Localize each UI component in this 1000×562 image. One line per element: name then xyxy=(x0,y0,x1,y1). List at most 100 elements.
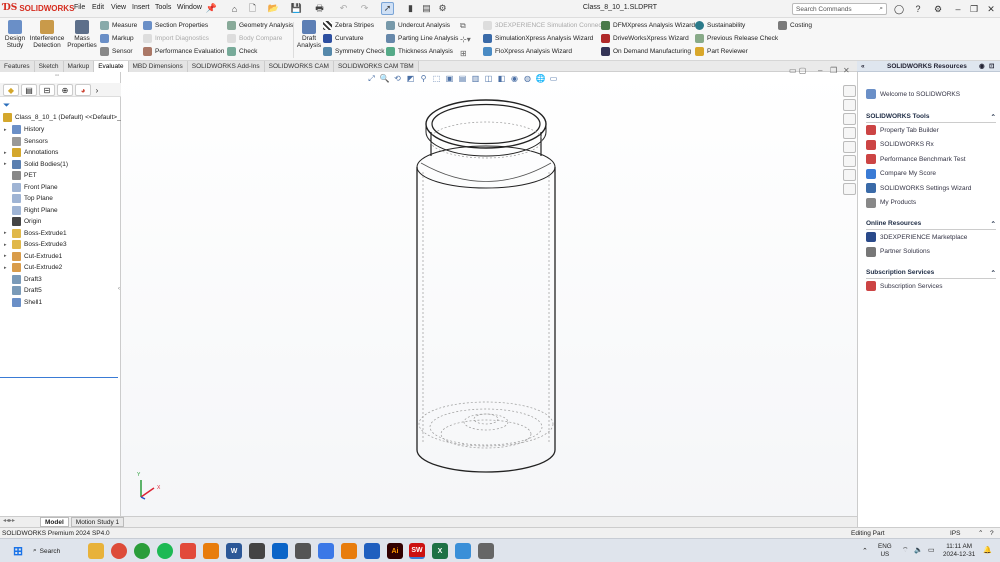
search-commands-input[interactable]: Search Commands ⌕ xyxy=(792,3,887,15)
rollback-bar[interactable] xyxy=(0,377,118,378)
draft-analysis-button[interactable]: Draft Analysis xyxy=(297,20,321,60)
floxpress-button[interactable]: FloXpress Analysis Wizard xyxy=(483,46,609,57)
store-icon[interactable] xyxy=(364,543,380,559)
feature-tree-item[interactable]: PET xyxy=(4,170,68,182)
pin-icon[interactable]: ⊡ xyxy=(989,61,994,72)
battery-icon[interactable]: ▭ xyxy=(928,546,935,554)
expand-arrow-icon[interactable]: ▸ xyxy=(4,253,9,259)
app-icon[interactable] xyxy=(295,543,311,559)
feature-tree-item[interactable]: ▸ Solid Bodies(1) xyxy=(4,159,68,171)
app-2-icon[interactable] xyxy=(478,543,494,559)
pin-icon[interactable]: 📌 xyxy=(205,2,218,15)
options-gear-icon[interactable]: ⚙ xyxy=(436,2,449,15)
view-front-icon[interactable]: ▣ xyxy=(444,73,455,84)
viewport-restore-icon[interactable]: ❐ xyxy=(830,66,837,75)
menu-view[interactable]: View xyxy=(111,4,126,11)
language-indicator[interactable]: ENG US xyxy=(878,543,892,558)
view-window-icons[interactable]: ▭ ▢ xyxy=(789,66,806,75)
check-button[interactable]: Check xyxy=(227,46,293,57)
collapse-section-icon[interactable]: ⌃ xyxy=(991,269,996,277)
file-properties-icon[interactable]: ▤ xyxy=(420,2,433,15)
zoom-icon[interactable] xyxy=(272,543,288,559)
feature-tree-item[interactable]: Draft3 xyxy=(4,274,68,286)
tab-evaluate[interactable]: Evaluate xyxy=(94,61,129,72)
tab-features[interactable]: Features xyxy=(0,61,35,72)
filter-icon[interactable]: ⏷ xyxy=(3,100,10,111)
back-icon[interactable]: ◉ xyxy=(979,61,985,72)
resource-link[interactable]: My Products xyxy=(866,196,996,211)
menu-edit[interactable]: Edit xyxy=(92,4,104,11)
illustrator-icon[interactable]: Ai xyxy=(387,543,403,559)
expand-arrow-icon[interactable]: ▸ xyxy=(4,150,9,156)
more-tabs-icon[interactable]: › xyxy=(93,84,101,96)
feature-tree-item[interactable]: Sensors xyxy=(4,136,68,148)
resource-link[interactable]: Performance Benchmark Test xyxy=(866,152,996,167)
restore-icon[interactable]: ❐ xyxy=(967,2,981,16)
photos-icon[interactable] xyxy=(318,543,334,559)
feature-tree-tab-icon[interactable]: ◆ xyxy=(3,84,19,96)
configuration-manager-tab-icon[interactable]: ⊟ xyxy=(39,84,55,96)
taskbar-search[interactable]: ⌕ Search xyxy=(33,544,60,558)
welcome-link[interactable]: Welcome to SOLIDWORKS xyxy=(866,87,960,102)
collapse-arrows-icon[interactable]: « xyxy=(861,61,865,72)
resource-link[interactable]: Partner Solutions xyxy=(866,245,996,260)
blender-icon[interactable] xyxy=(203,543,219,559)
analysis-options-icon[interactable]: ⊞ xyxy=(460,49,467,58)
feature-tree-item[interactable]: Right Plane xyxy=(4,205,68,217)
expand-arrow-icon[interactable]: ▸ xyxy=(4,242,9,248)
body-compare-button[interactable]: Body Compare xyxy=(227,33,293,44)
display-style-icon[interactable]: ◧ xyxy=(496,73,507,84)
apply-scene-icon[interactable]: 🌐 xyxy=(535,73,546,84)
menu-insert[interactable]: Insert xyxy=(132,4,150,11)
section-view-icon[interactable]: ◩ xyxy=(405,73,416,84)
section-header[interactable]: Online Resources ⌃ xyxy=(866,218,996,230)
resource-link[interactable]: SOLIDWORKS Rx xyxy=(866,138,996,153)
dimxpert-manager-tab-icon[interactable]: ⊕ xyxy=(57,84,73,96)
import-diagnostics-button[interactable]: Import Diagnostics xyxy=(143,33,224,44)
zoom-to-fit-icon[interactable]: ⤢ xyxy=(366,73,377,84)
redo-icon[interactable]: ↷ xyxy=(358,2,371,15)
collapse-section-icon[interactable]: ⌃ xyxy=(991,220,996,228)
undercut-analysis-button[interactable]: Undercut Analysis xyxy=(386,20,458,31)
file-explorer-icon[interactable] xyxy=(843,113,856,125)
tab-solidworks-cam-tbm[interactable]: SOLIDWORKS CAM TBM xyxy=(333,61,419,72)
viewport-minimize-icon[interactable]: – xyxy=(818,66,822,75)
tray-overflow-icon[interactable]: ⌃ xyxy=(862,547,868,555)
previous-view-icon[interactable]: ⟲ xyxy=(392,73,403,84)
interference-detection-button[interactable]: Interference Detection xyxy=(30,20,64,60)
feature-tree-item[interactable]: ▸ Cut-Extrude2 xyxy=(4,262,68,274)
notifications-icon[interactable]: 🔔 xyxy=(983,546,992,554)
excel-icon[interactable]: X xyxy=(432,543,448,559)
expand-arrow-icon[interactable]: ▸ xyxy=(4,230,9,236)
edit-appearance-icon[interactable]: ◍ xyxy=(522,73,533,84)
parting-line-analysis-button[interactable]: Parting Line Analysis xyxy=(386,33,458,44)
3dexperience-icon[interactable] xyxy=(843,169,856,181)
view-settings-icon[interactable]: ▭ xyxy=(548,73,559,84)
dynamic-annotation-icon[interactable]: ⚲ xyxy=(418,73,429,84)
solidworks-taskbar-icon[interactable]: SW xyxy=(409,543,425,559)
view-orientation-icon[interactable]: ⬚ xyxy=(431,73,442,84)
tab-model[interactable]: Model xyxy=(40,517,69,527)
open-icon[interactable]: 📂 xyxy=(267,2,280,15)
file-explorer-icon[interactable] xyxy=(88,543,104,559)
minimize-icon[interactable]: – xyxy=(951,2,965,16)
panel-grip-icon[interactable]: ▫▫ xyxy=(55,73,59,79)
feature-tree-item[interactable]: Shell1 xyxy=(4,297,68,309)
mass-properties-button[interactable]: Mass Properties xyxy=(67,20,97,60)
resource-link[interactable]: Compare My Score xyxy=(866,167,996,182)
feature-tree-item[interactable]: Top Plane xyxy=(4,193,68,205)
section-header[interactable]: SOLIDWORKS Tools ⌃ xyxy=(866,111,996,123)
view-palette-icon[interactable] xyxy=(843,127,856,139)
user-icon[interactable]: ◯ xyxy=(892,2,906,16)
blender-2-icon[interactable] xyxy=(341,543,357,559)
resource-link[interactable]: SOLIDWORKS Settings Wizard xyxy=(866,181,996,196)
thickness-analysis-button[interactable]: Thickness Analysis xyxy=(386,46,458,57)
expand-arrow-icon[interactable]: ▸ xyxy=(4,161,9,167)
feature-tree-item[interactable]: Draft5 xyxy=(4,285,68,297)
select-pointer-icon[interactable]: ➚ xyxy=(381,2,394,15)
settings-icon[interactable]: ⚙ xyxy=(931,2,945,16)
appearances-icon[interactable] xyxy=(843,141,856,153)
measure-button[interactable]: Measure xyxy=(100,20,137,31)
section-header[interactable]: Subscription Services ⌃ xyxy=(866,267,996,279)
feature-tree-item[interactable]: ▸ Annotations xyxy=(4,147,68,159)
